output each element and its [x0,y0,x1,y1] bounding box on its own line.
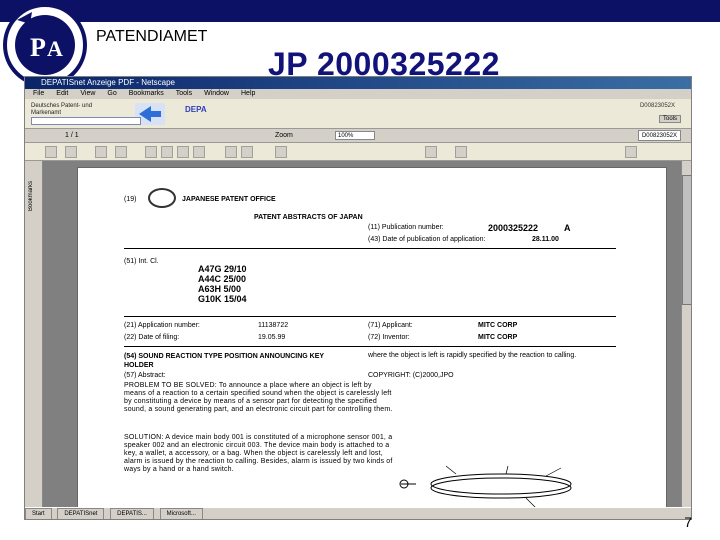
address-bar: Deutsches Patent- und Markenamt DEPA D00… [25,99,691,129]
tools-button[interactable]: Tools [658,115,681,123]
save-icon[interactable] [65,146,77,158]
first-page-icon[interactable] [145,146,157,158]
start-button[interactable]: Start [25,508,52,519]
divider [124,248,616,249]
filing-date: 19.05.99 [258,334,286,341]
vertical-scrollbar[interactable] [681,161,691,509]
search-icon[interactable] [275,146,287,158]
next-page-icon[interactable] [177,146,189,158]
slide-page-number: 7 [684,514,692,530]
zoom-in-icon[interactable] [115,146,127,158]
inventor-label: (72) Inventor: [368,334,410,341]
slide-top-bar [0,0,720,22]
depa-logo: DEPA [185,105,207,114]
text-select-icon[interactable] [425,146,437,158]
taskbar-item[interactable]: DEPATIS... [110,508,154,519]
document-field[interactable] [31,117,141,125]
publication-number: 2000325222 [488,223,539,233]
depa-label: Deutsches Patent- und Markenamt [31,103,93,116]
pdf-toolbar [25,143,691,161]
taskbar-item[interactable]: DEPATISnet [57,508,105,519]
divider [124,346,616,347]
solution-text: SOLUTION: A device main body 001 is cons… [124,434,393,473]
window-titlebar: DEPATISnet Anzeige PDF - Netscape [25,77,691,89]
windows-taskbar: Start DEPATISnet DEPATIS... Microsoft... [25,507,691,519]
applicant: MITC CORP [478,322,518,329]
document-id-field[interactable]: D00823052X [637,130,681,141]
find-icon[interactable] [455,146,467,158]
abstract-label: (57) Abstract: [124,372,166,379]
publication-date-label: (43) Date of publication of application: [368,236,486,243]
svg-text:A: A [47,36,63,61]
jpo-logo [148,188,176,208]
page-indicator[interactable]: 1 / 1 [65,129,79,143]
embedded-screenshot: DEPATISnet Anzeige PDF - Netscape File Ed… [24,76,692,520]
device-drawing [399,465,572,509]
patent-office-name: JAPANESE PATENT OFFICE [182,196,276,203]
menu-bar[interactable]: File Edit View Go Bookmarks Tools Window Help [25,89,691,99]
application-number-label: (21) Application number: [124,322,200,329]
office-number-label: (19) [124,196,137,203]
right-column-text: where the object is left is rapidly spec… [368,352,577,359]
ipc-classes: A47G 29/10 A44C 25/00 A63H 5/00 G10K 15/… [198,264,247,304]
patent-title: (54) SOUND REACTION TYPE POSITION ANNOUN… [124,353,324,369]
copyright: COPYRIGHT: (C)2000,JPO [368,372,454,379]
print-icon[interactable] [45,146,57,158]
taskbar-item[interactable]: Microsoft... [159,508,203,519]
publication-kind: A [564,223,571,233]
zoom-label: Zoom [275,132,293,139]
document-id: D00823052X [639,103,675,109]
svg-text:P: P [30,33,46,62]
bookmarks-tab[interactable]: Bookmarks [25,161,43,509]
divider [124,316,616,317]
bookmarks-tab-label: Bookmarks [28,181,34,212]
filing-date-label: (22) Date of filing: [124,334,180,341]
publication-number-label: (11) Publication number: [368,224,444,231]
applicant-label: (71) Applicant: [368,322,413,329]
int-cl-label: (51) Int. Cl. [124,258,159,265]
pdf-workarea: Bookmarks (19) JAPANESE PATENT OFFICE PA… [25,161,691,509]
fit-page-icon[interactable] [225,146,237,158]
hand-icon[interactable] [95,146,107,158]
scroll-thumb[interactable] [682,175,691,305]
last-page-icon[interactable] [193,146,205,158]
problem-text: PROBLEM TO BE SOLVED: To announce a plac… [124,382,393,413]
navigation-bar: 1 / 1 Zoom 100% D00823052X [25,129,691,143]
fit-width-icon[interactable] [241,146,253,158]
adobe-icon[interactable] [625,146,637,158]
brand-label: PATENDIAMET [96,28,208,45]
pdf-page: (19) JAPANESE PATENT OFFICE PATENT ABSTR… [77,167,667,509]
previous-page-icon[interactable] [161,146,173,158]
inventor: MITC CORP [478,334,518,341]
application-number: 11138722 [258,322,289,329]
zoom-field[interactable]: 100% [335,131,375,140]
publication-date: 28.11.00 [532,236,559,243]
abstracts-heading: PATENT ABSTRACTS OF JAPAN [254,214,363,221]
